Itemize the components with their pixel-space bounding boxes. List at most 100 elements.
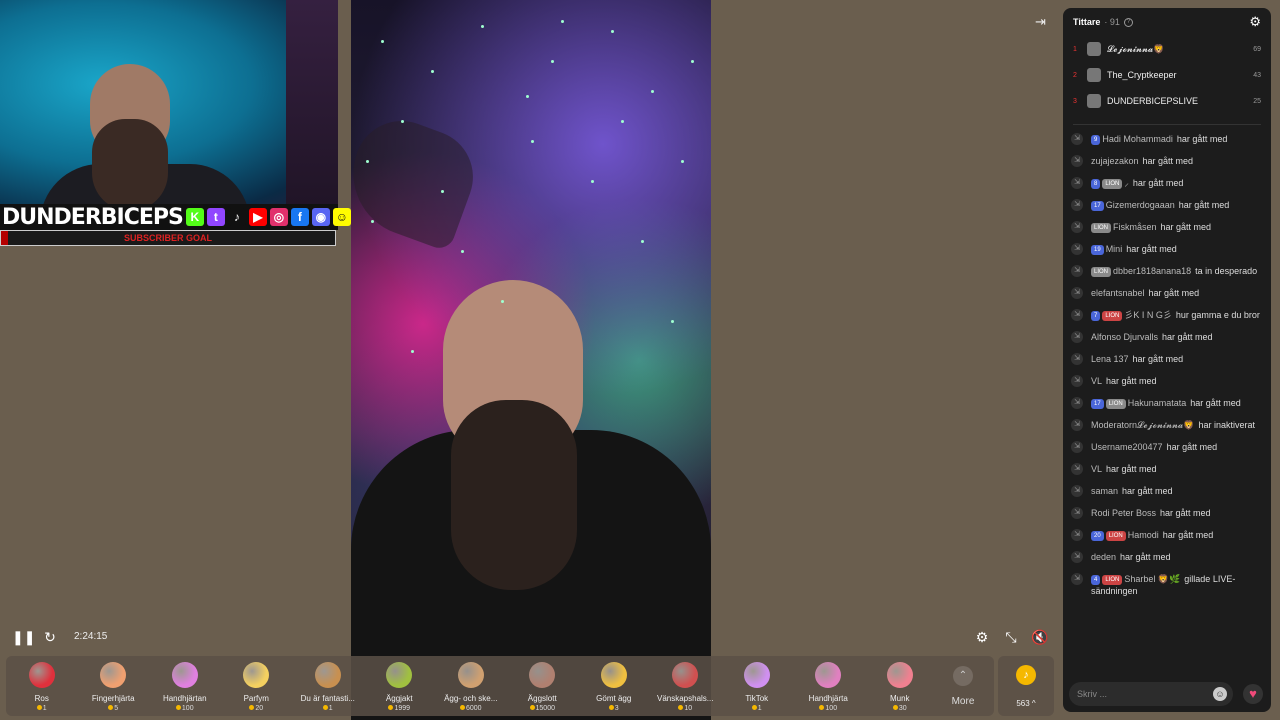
emoji-icon[interactable]: ☺ bbox=[1213, 687, 1227, 701]
user-badge: 17 bbox=[1091, 201, 1104, 211]
message-user[interactable]: ⸝ bbox=[1124, 178, 1129, 188]
gift-item[interactable]: Handhjärtan 100 bbox=[149, 660, 221, 712]
viewer-row[interactable]: 2 The_Cryptkeeper 43 bbox=[1063, 62, 1271, 88]
gift-price: 100 bbox=[149, 705, 221, 712]
gift-item[interactable]: TikTok 1 bbox=[721, 660, 793, 712]
mute-icon[interactable]: 🔇 bbox=[1031, 628, 1049, 646]
message-text: har gått med bbox=[1162, 530, 1214, 540]
message-body: saman har gått med bbox=[1091, 485, 1265, 497]
gift-item[interactable]: Äggslott 15000 bbox=[507, 660, 579, 712]
like-heart-icon[interactable]: ♥ bbox=[1243, 684, 1263, 704]
gift-item[interactable]: Äggjakt 1999 bbox=[364, 660, 436, 712]
gift-item[interactable]: Ägg- och ske... 6000 bbox=[435, 660, 507, 712]
gift-price: 1 bbox=[6, 705, 78, 712]
gift-price-value: 100 bbox=[181, 705, 194, 712]
star-particle bbox=[671, 320, 674, 323]
message-body: 4 LION Sharbel 🦁🌿 gillade LIVE-sändningen bbox=[1091, 573, 1265, 597]
message-user[interactable]: Hamodi bbox=[1128, 530, 1159, 540]
collapse-panel-icon[interactable]: ⇥ bbox=[1035, 14, 1046, 30]
social-icons: Kt ♪ ▶ ◎ f ◉ ☺ bbox=[185, 208, 351, 226]
gift-item[interactable]: Ros 1 bbox=[6, 660, 78, 712]
message-body: 8 LION ⸝ har gått med bbox=[1091, 177, 1265, 189]
star-particle bbox=[401, 120, 404, 123]
gift-icon bbox=[886, 662, 913, 688]
gear-icon[interactable]: ⚙ bbox=[1249, 14, 1261, 30]
webcam-overlay bbox=[0, 0, 338, 210]
coin-icon bbox=[819, 705, 825, 710]
join-icon: ⇲ bbox=[1071, 243, 1083, 255]
viewer-row[interactable]: 3 DUNDERBICEPSLIVE 25 bbox=[1063, 88, 1271, 114]
message-user[interactable]: VL bbox=[1091, 376, 1102, 386]
message-user[interactable]: Fiskmåsen bbox=[1113, 222, 1157, 232]
pause-icon[interactable]: ❚❚ bbox=[12, 628, 35, 646]
gift-item[interactable]: Handhjärta 100 bbox=[793, 660, 865, 712]
join-icon: ⇲ bbox=[1071, 309, 1083, 321]
message-user[interactable]: Mini bbox=[1106, 244, 1123, 254]
message-user[interactable]: Lena 137 bbox=[1091, 354, 1129, 364]
message-user[interactable]: Username200477 bbox=[1091, 442, 1163, 452]
panel-header: Tittare · 91 ? ⚙ bbox=[1063, 8, 1271, 36]
message-user[interactable]: Hakunamatata bbox=[1128, 398, 1187, 408]
viewer-row[interactable]: 1 𝓛𝓮𝓳𝓸𝓷𝓲𝓷𝓷𝓪🦁 69 bbox=[1063, 36, 1271, 62]
gift-price-value: 20 bbox=[255, 705, 264, 712]
message-user[interactable]: Gizemerdogaaan bbox=[1106, 200, 1175, 210]
settings-icon[interactable]: ⚙ bbox=[973, 628, 991, 646]
gift-name: Fingerhjärta bbox=[91, 694, 135, 703]
message-text: har gått med bbox=[1160, 508, 1211, 518]
message-user[interactable]: deden bbox=[1091, 552, 1116, 562]
more-label: More bbox=[951, 696, 975, 707]
join-icon: ⇲ bbox=[1071, 287, 1083, 299]
user-badge: 17 bbox=[1091, 399, 1104, 409]
gift-name: Äggjakt bbox=[385, 694, 413, 703]
coin-icon bbox=[459, 705, 465, 710]
message-user[interactable]: Moderatorn𝓛𝓮𝓳𝓸𝓷𝓲𝓷𝓷𝓪🦁 bbox=[1091, 420, 1195, 430]
message-user[interactable]: elefantsnabel bbox=[1091, 288, 1145, 298]
chat-message: ⇲ Moderatorn𝓛𝓮𝓳𝓸𝓷𝓲𝓷𝓷𝓪🦁 har inaktiverat bbox=[1063, 419, 1271, 431]
gift-item[interactable]: Vänskapshals... 10 bbox=[650, 660, 722, 712]
gift-item[interactable]: Fingerhjärta 5 bbox=[78, 660, 150, 712]
live-video[interactable] bbox=[351, 0, 711, 720]
message-user[interactable]: Rodi Peter Boss bbox=[1091, 508, 1156, 518]
message-user[interactable]: VL bbox=[1091, 464, 1102, 474]
message-body: LION Fiskmåsen har gått med bbox=[1091, 221, 1265, 233]
message-user[interactable]: 彡K I N G彡 bbox=[1124, 310, 1172, 320]
gift-item[interactable]: Du är fantasti... 1 bbox=[292, 660, 364, 712]
user-badge: 8 bbox=[1091, 179, 1101, 189]
message-user[interactable]: zujajezakon bbox=[1091, 156, 1139, 166]
star-particle bbox=[371, 220, 374, 223]
star-particle bbox=[611, 30, 614, 33]
refresh-icon[interactable]: ↻ bbox=[41, 628, 59, 646]
chat-message: ⇲ Lena 137 har gått med bbox=[1063, 353, 1271, 365]
message-text: har gått med bbox=[1148, 288, 1200, 298]
gift-item[interactable]: Parfym 20 bbox=[221, 660, 293, 712]
subscriber-goal-bar: SUBSCRIBER GOAL bbox=[0, 230, 336, 246]
more-gifts-button[interactable]: ⌃ More bbox=[936, 660, 991, 707]
message-body: elefantsnabel har gått med bbox=[1091, 287, 1265, 299]
player-controls: ❚❚ ↻ 2:24:15 ⚙ ⤡ 🔇 bbox=[0, 622, 1060, 652]
user-badge: LION bbox=[1105, 399, 1126, 409]
chat-input[interactable]: Skriv ... bbox=[1069, 682, 1233, 706]
join-icon: ⇲ bbox=[1071, 397, 1083, 409]
gift-item[interactable]: Munk 30 bbox=[864, 660, 936, 712]
message-user[interactable]: Alfonso Djurvalls bbox=[1091, 332, 1158, 342]
message-text: har gått med bbox=[1106, 464, 1157, 474]
message-user[interactable]: saman bbox=[1091, 486, 1118, 496]
coin-balance[interactable]: ♪ 563 ^ bbox=[998, 656, 1054, 716]
gift-price: 10 bbox=[650, 705, 722, 712]
message-user[interactable]: Hadi Mohammadi bbox=[1102, 134, 1173, 144]
gift-item[interactable]: Gömt ägg 3 bbox=[578, 660, 650, 712]
viewer-rank: 1 bbox=[1073, 45, 1077, 53]
minimize-icon[interactable]: ⤡ bbox=[1002, 628, 1020, 646]
message-user[interactable]: Sharbel 🦁🌿 bbox=[1124, 574, 1180, 584]
divider bbox=[1073, 124, 1261, 125]
message-user[interactable]: dbber1818anana18 bbox=[1113, 266, 1191, 276]
gift-name: Äggslott bbox=[527, 694, 557, 703]
user-badge: LION bbox=[1102, 575, 1123, 585]
help-icon[interactable]: ? bbox=[1123, 17, 1133, 27]
user-badge: LION bbox=[1105, 531, 1126, 541]
gift-name: Munk bbox=[889, 694, 910, 703]
stream-stage: DUNDERBICEPS Kt ♪ ▶ ◎ f ◉ ☺ SUBSCRIBER GOAL ❚❚… bbox=[0, 0, 1060, 720]
star-particle bbox=[551, 60, 554, 63]
message-text: ta in desperado bbox=[1195, 266, 1258, 276]
message-text: har inaktiverat bbox=[1198, 420, 1256, 430]
